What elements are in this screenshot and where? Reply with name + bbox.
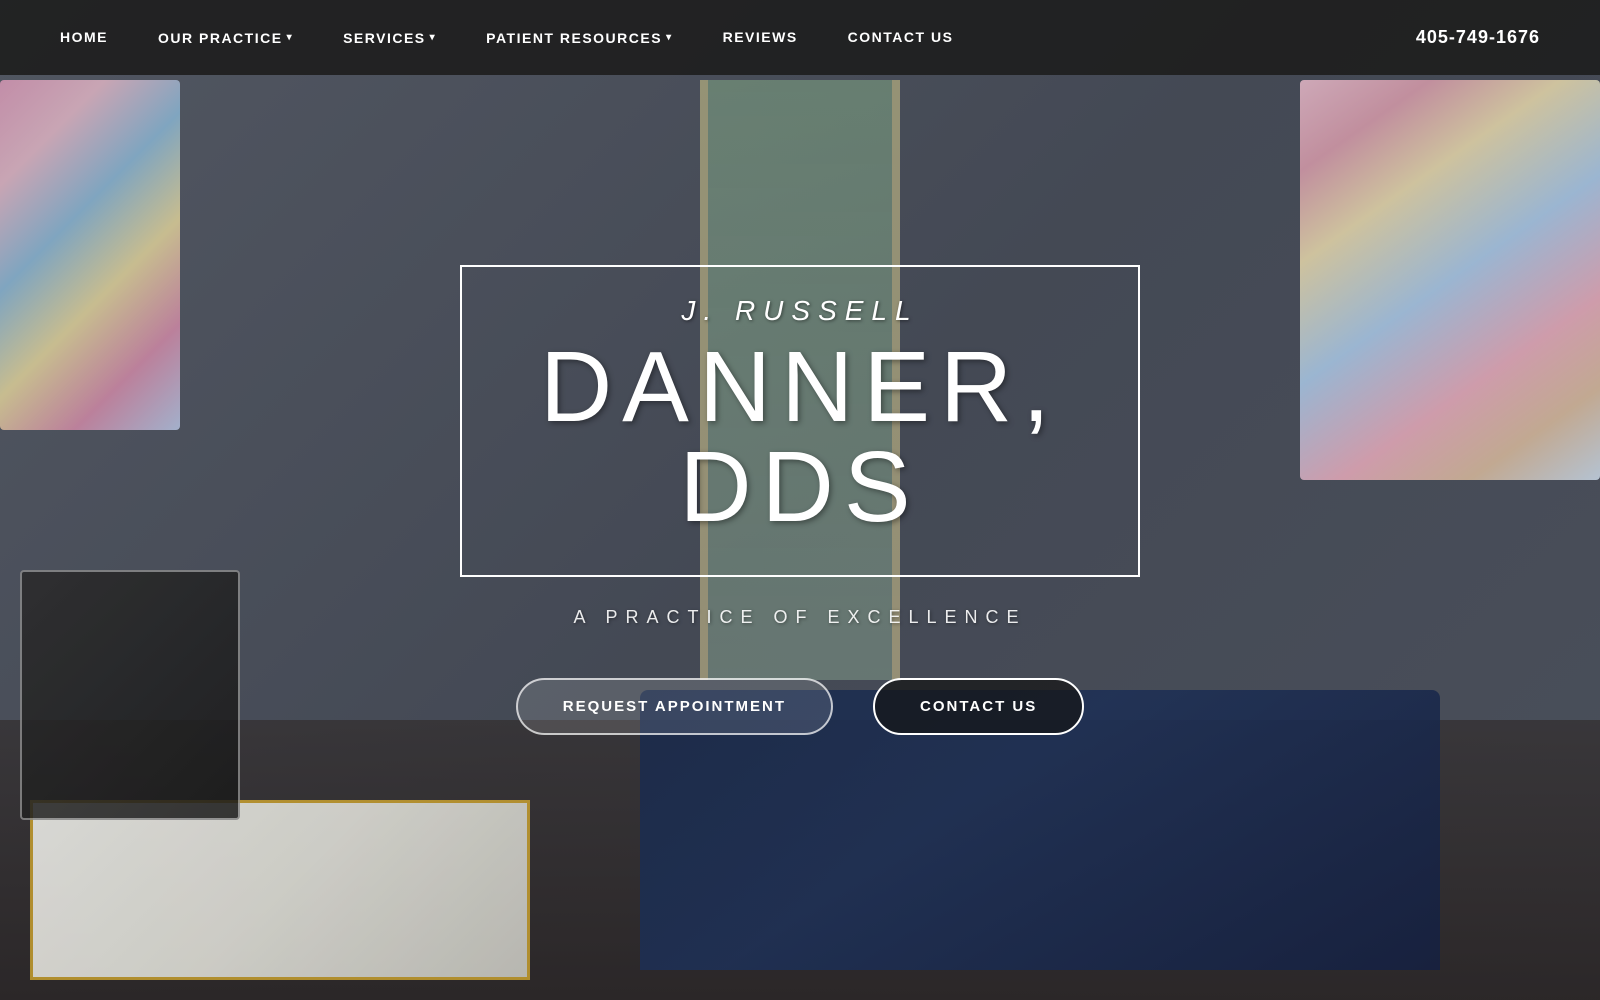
nav-link-services[interactable]: SERVICES ▾ [343, 30, 436, 46]
hero-content: J. RUSSELL DANNER, DDS A PRACTICE OF EXC… [400, 265, 1200, 735]
room-chair [20, 570, 240, 820]
room-left-artwork [0, 80, 180, 430]
nav-item-home[interactable]: HOME [60, 29, 108, 47]
nav-links: HOME OUR PRACTICE ▾ SERVICES ▾ PATIENT R… [60, 29, 953, 47]
chevron-down-icon: ▾ [287, 32, 294, 43]
hero-title-box: J. RUSSELL DANNER, DDS [400, 265, 1200, 577]
phone-number[interactable]: 405-749-1676 [1416, 27, 1540, 48]
room-coffee-table [30, 800, 530, 980]
chevron-down-icon: ▾ [430, 32, 437, 43]
box-left-border [460, 265, 462, 577]
box-right-border [1138, 265, 1140, 577]
chevron-down-icon: ▾ [666, 32, 673, 43]
contact-us-button[interactable]: CONTACT US [873, 678, 1084, 735]
hero-title: DANNER, DDS [460, 337, 1140, 537]
nav-link-home[interactable]: HOME [60, 29, 108, 45]
nav-link-patient-resources[interactable]: PATIENT RESOURCES ▾ [486, 30, 672, 46]
nav-link-contact-us[interactable]: CONTACT US [848, 29, 954, 45]
nav-item-contact-us[interactable]: CONTACT US [848, 29, 954, 47]
nav-item-patient-resources[interactable]: PATIENT RESOURCES ▾ [486, 30, 672, 46]
request-appointment-button[interactable]: REQUEST APPOINTMENT [516, 678, 833, 735]
hero-subtitle: J. RUSSELL [460, 295, 1140, 327]
hero-buttons: REQUEST APPOINTMENT CONTACT US [400, 678, 1200, 735]
nav-item-reviews[interactable]: REVIEWS [723, 29, 798, 47]
hero-tagline: A PRACTICE OF EXCELLENCE [400, 607, 1200, 628]
navigation: HOME OUR PRACTICE ▾ SERVICES ▾ PATIENT R… [0, 0, 1600, 75]
nav-item-our-practice[interactable]: OUR PRACTICE ▾ [158, 30, 293, 46]
nav-link-our-practice[interactable]: OUR PRACTICE ▾ [158, 30, 293, 46]
room-right-artwork [1300, 80, 1600, 480]
hero-section: J. RUSSELL DANNER, DDS A PRACTICE OF EXC… [0, 0, 1600, 1000]
nav-item-services[interactable]: SERVICES ▾ [343, 30, 436, 46]
nav-link-reviews[interactable]: REVIEWS [723, 29, 798, 45]
